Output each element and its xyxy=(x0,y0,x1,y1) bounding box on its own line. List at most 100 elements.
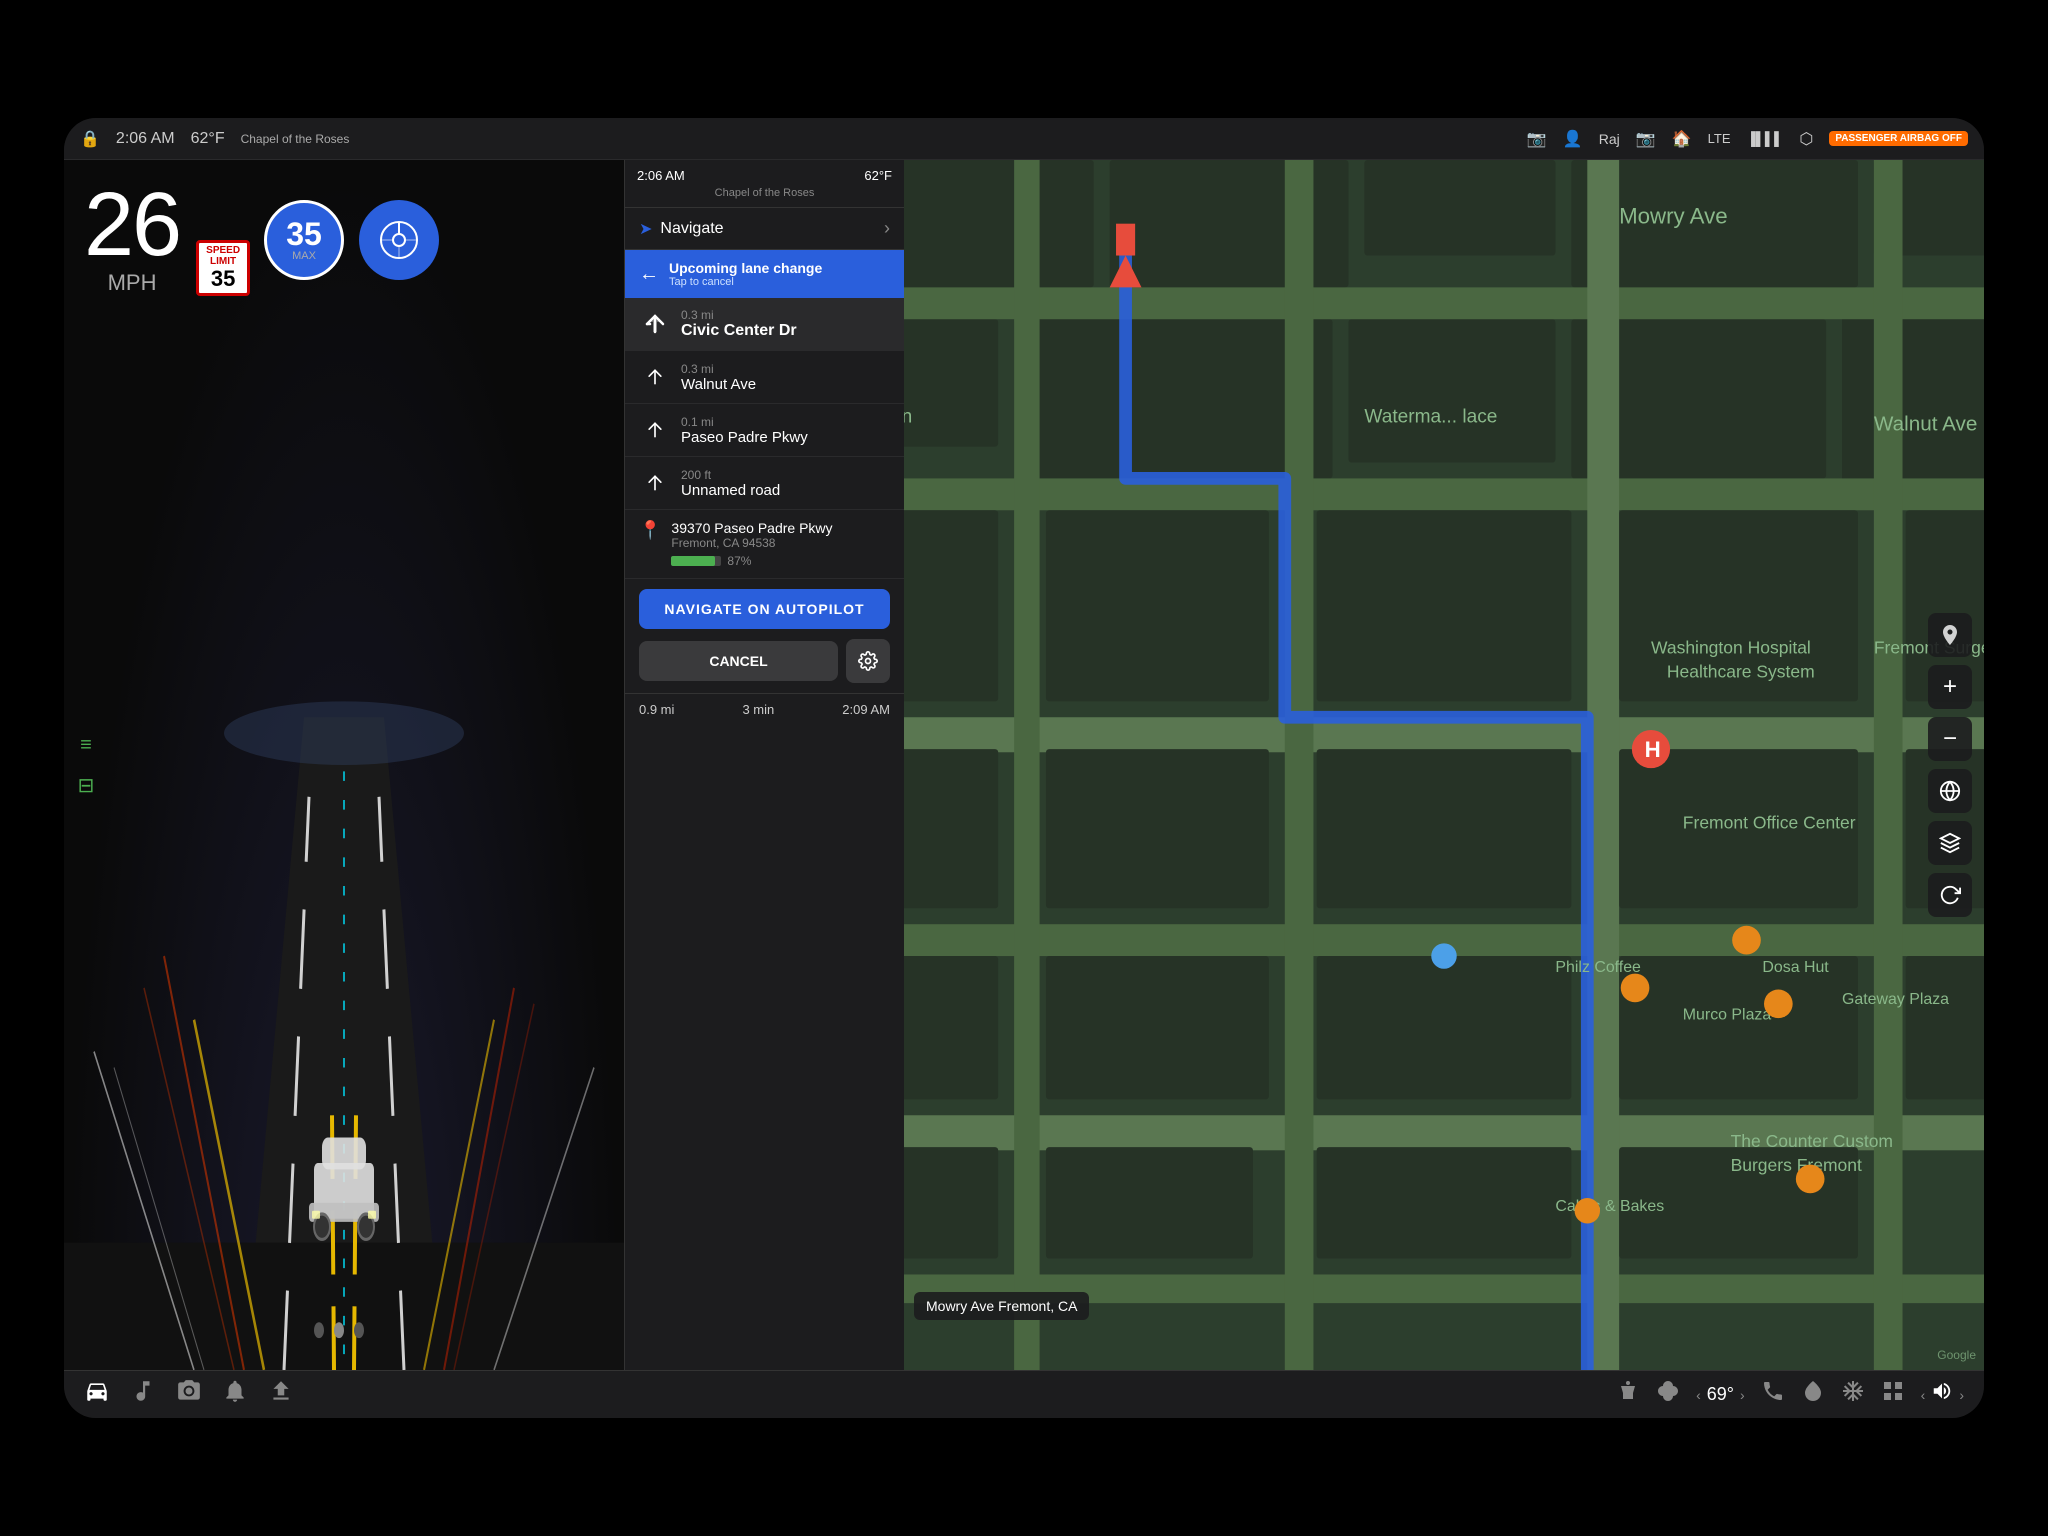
dashcam-icon[interactable]: 📷 xyxy=(1636,129,1656,149)
defrost-icon[interactable] xyxy=(1841,1379,1865,1410)
speed-limit-label: MAX xyxy=(292,250,316,262)
direction-street-0: Civic Center Dr xyxy=(681,322,890,340)
phone-icon[interactable] xyxy=(1761,1379,1785,1410)
autopilot-visualization xyxy=(64,160,624,1370)
navigate-text: Navigate xyxy=(660,220,723,238)
bluetooth-icon[interactable]: ⬡ xyxy=(1799,129,1813,149)
lane-change-banner[interactable]: ← Upcoming lane change Tap to cancel xyxy=(625,250,904,298)
cancel-row: CANCEL xyxy=(639,639,890,683)
direction-item-2[interactable]: 0.1 mi Paseo Padre Pkwy xyxy=(625,404,904,457)
trip-summary: 0.9 mi 3 min 2:09 AM xyxy=(625,693,904,725)
direction-street-2: Paseo Padre Pkwy xyxy=(681,429,890,446)
layers-button[interactable] xyxy=(1928,821,1972,865)
svg-text:Philz Coffee: Philz Coffee xyxy=(1555,959,1641,976)
music-icon[interactable] xyxy=(130,1378,156,1411)
fan-icon[interactable] xyxy=(1656,1379,1680,1410)
direction-icon-1 xyxy=(639,361,671,393)
direction-item-3[interactable]: 200 ft Unnamed road xyxy=(625,457,904,510)
upload-icon[interactable] xyxy=(268,1378,294,1411)
svg-text:Healthcare System: Healthcare System xyxy=(1667,661,1815,681)
svg-text:Waterma... lace: Waterma... lace xyxy=(1364,407,1497,428)
speed-value: 26 MPH xyxy=(84,180,180,296)
seat-icon[interactable] xyxy=(1616,1379,1640,1410)
direction-info-2: 0.1 mi Paseo Padre Pkwy xyxy=(681,415,890,446)
globe-button[interactable] xyxy=(1928,769,1972,813)
temp-right-arrow[interactable]: › xyxy=(1740,1387,1745,1403)
lane-icon: ⊟ xyxy=(72,771,100,799)
time-display: 2:06 AM xyxy=(116,130,175,148)
direction-icon-0 xyxy=(639,308,671,340)
trip-time: 3 min xyxy=(742,702,774,717)
left-side-icons: ≡ ⊟ xyxy=(72,731,100,799)
grid-icon[interactable] xyxy=(1881,1379,1905,1410)
svg-text:The Counter Custom: The Counter Custom xyxy=(1731,1131,1893,1151)
navigate-label: ➤ Navigate xyxy=(639,219,724,239)
direction-info-0: 0.3 mi Civic Center Dr xyxy=(681,308,890,340)
battery-range: 87% xyxy=(671,554,890,568)
cancel-button[interactable]: CANCEL xyxy=(639,641,838,681)
dest-address: 39370 Paseo Padre Pkwy xyxy=(671,520,890,536)
dest-city: Fremont, CA 94538 xyxy=(671,536,890,550)
temperature-value: 69° xyxy=(1707,1384,1734,1405)
map-bottom-label: Mowry Ave Fremont, CA xyxy=(914,1292,1089,1320)
autopilot-button[interactable]: NAVIGATE ON AUTOPILOT xyxy=(639,589,890,629)
nav-header: 2:06 AM 62°F Chapel of the Roses xyxy=(625,160,904,208)
home-icon[interactable]: 🏠 xyxy=(1672,129,1692,149)
volume-icon[interactable] xyxy=(1931,1380,1953,1409)
speed-number: 26 xyxy=(84,180,180,270)
nav-time: 2:06 AM xyxy=(637,168,685,183)
speed-limit-sign: SPEED LIMIT 35 xyxy=(196,240,250,296)
temp-left-arrow[interactable]: ‹ xyxy=(1696,1387,1701,1403)
temperature-control[interactable]: ‹ 69° › xyxy=(1696,1384,1745,1405)
direction-dist-3: 200 ft xyxy=(681,468,890,482)
direction-icon-3 xyxy=(639,467,671,499)
direction-info-3: 200 ft Unnamed road xyxy=(681,468,890,499)
navigate-icon: ➤ xyxy=(639,219,652,239)
navigation-panel: 2:06 AM 62°F Chapel of the Roses ➤ Navig… xyxy=(624,160,904,1370)
direction-item-0[interactable]: 0.3 mi Civic Center Dr xyxy=(625,298,904,351)
google-watermark: Google xyxy=(1937,1348,1976,1362)
settings-button[interactable] xyxy=(846,639,890,683)
autopilot-panel: 262 mi 26 MPH 35 MAX xyxy=(64,160,624,1370)
direction-street-3: Unnamed road xyxy=(681,482,890,499)
airbag-warning: PASSENGER AIRBAG OFF xyxy=(1829,131,1968,146)
nav-header-top: 2:06 AM 62°F xyxy=(637,168,892,183)
direction-item-1[interactable]: 0.3 mi Walnut Ave xyxy=(625,351,904,404)
sign-speed: 35 xyxy=(201,267,245,291)
volume-left-arrow[interactable]: ‹ xyxy=(1921,1387,1926,1403)
direction-info-1: 0.3 mi Walnut Ave xyxy=(681,362,890,393)
speed-limit-number: 35 xyxy=(286,218,322,250)
destination-item[interactable]: 📍 39370 Paseo Padre Pkwy Fremont, CA 945… xyxy=(625,510,904,579)
battery-percentage: 87% xyxy=(727,554,751,568)
direction-dist-0: 0.3 mi xyxy=(681,308,890,322)
lane-change-text: Upcoming lane change Tap to cancel xyxy=(669,260,890,288)
nav-location: Chapel of the Roses xyxy=(637,187,892,199)
recenter-button[interactable] xyxy=(1928,613,1972,657)
nav-temp: 62°F xyxy=(864,168,892,183)
zoom-in-button[interactable]: + xyxy=(1928,665,1972,709)
zoom-out-button[interactable]: − xyxy=(1928,717,1972,761)
status-bar: ‹ 69° › xyxy=(64,1370,1984,1418)
map-panel[interactable]: Mowry Ave Walnut Ave Waterma... lace Fus… xyxy=(904,160,1984,1370)
speed-overlay: 26 MPH 35 MAX xyxy=(84,180,250,296)
heat-icon[interactable] xyxy=(1801,1379,1825,1410)
nav-chevron-icon: › xyxy=(884,218,890,239)
car-icon[interactable] xyxy=(84,1378,110,1411)
camera-icon[interactable] xyxy=(176,1378,202,1411)
status-bar-right: ‹ 69° › xyxy=(1616,1379,1964,1410)
destination-pin-icon: 📍 xyxy=(639,520,661,568)
trip-arrival: 2:09 AM xyxy=(842,702,890,717)
speed-limit-circle: 35 MAX xyxy=(264,200,344,280)
volume-right-arrow[interactable]: › xyxy=(1959,1387,1964,1403)
autopilot-icon: ≡ xyxy=(72,731,100,759)
svg-text:Mowry Ave: Mowry Ave xyxy=(1619,204,1727,229)
svg-text:Murco Plaza: Murco Plaza xyxy=(1683,1007,1772,1024)
dest-icon-row: 📍 39370 Paseo Padre Pkwy Fremont, CA 945… xyxy=(639,520,890,568)
user-name: Raj xyxy=(1599,131,1620,147)
camera-icon[interactable]: 📷 xyxy=(1527,129,1547,149)
screen-bezel: 🔒 2:06 AM 62°F Chapel of the Roses 📷 👤 R… xyxy=(64,118,1984,1418)
alert-icon[interactable] xyxy=(222,1378,248,1411)
refresh-button[interactable] xyxy=(1928,873,1972,917)
volume-control[interactable]: ‹ › xyxy=(1921,1380,1964,1409)
navigate-row[interactable]: ➤ Navigate › xyxy=(625,208,904,250)
